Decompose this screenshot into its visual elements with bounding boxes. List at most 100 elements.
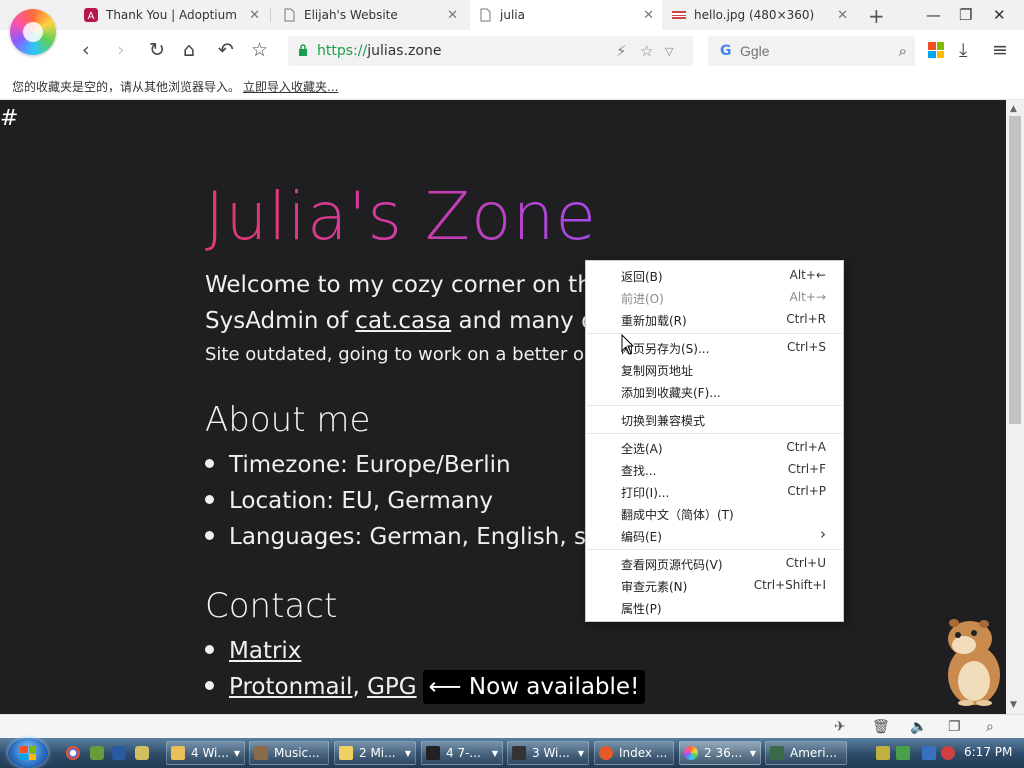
menu-item-shortcut: Alt+→ xyxy=(789,290,826,304)
menu-item-compat-mode[interactable]: 切换到兼容模式 xyxy=(586,408,843,430)
menu-item-copy-url[interactable]: 复制网页地址 xyxy=(586,358,843,380)
chevron-down-icon: ▼ xyxy=(404,748,411,758)
tab-strip: A Thank You | Adoptium ✕ Elijah's Websit… xyxy=(0,0,1024,30)
taskbar-item[interactable]: 2 Mi... ▼ xyxy=(334,741,416,765)
tab-julia[interactable]: julia ✕ xyxy=(470,0,662,30)
browser-logo-icon[interactable] xyxy=(10,9,56,55)
browser-icon xyxy=(599,746,613,760)
chrome-icon[interactable] xyxy=(66,746,80,760)
favorite-star-icon[interactable]: ☆ xyxy=(640,42,653,60)
tray-icon[interactable] xyxy=(876,746,890,760)
menu-item-view-source[interactable]: 查看网页源代码(V) Ctrl+U xyxy=(586,552,843,574)
menu-item-add-favorite[interactable]: 添加到收藏夹(F)... xyxy=(586,380,843,402)
menu-item-encoding[interactable]: 编码(E) › xyxy=(586,524,843,546)
search-input[interactable] xyxy=(740,42,880,60)
restore-button[interactable]: ❐ xyxy=(959,6,972,24)
text: and many o xyxy=(451,308,596,334)
speaker-icon[interactable]: 🔈 xyxy=(910,719,927,735)
menu-item-forward[interactable]: 前进(O) Alt+→ xyxy=(586,286,843,308)
close-window-button[interactable]: ✕ xyxy=(993,6,1006,24)
menu-item-shortcut: Ctrl+S xyxy=(786,340,826,354)
tab-adoptium[interactable]: A Thank You | Adoptium ✕ xyxy=(76,0,268,30)
menu-item-shortcut: Ctrl+U xyxy=(785,556,826,570)
forward-icon[interactable]: › xyxy=(117,40,125,60)
close-icon[interactable]: ✕ xyxy=(249,8,260,23)
context-menu: 返回(B) Alt+← 前进(O) Alt+→ 重新加载(R) Ctrl+R 网页另存… xyxy=(585,260,844,622)
tray-icon[interactable] xyxy=(896,746,910,760)
address-bar[interactable]: https://julias.zone ⚡ ☆ ▽ xyxy=(288,36,693,66)
home-icon[interactable]: ⌂ xyxy=(183,40,195,60)
menu-item-back[interactable]: 返回(B) Alt+← xyxy=(586,264,843,286)
close-icon[interactable]: ✕ xyxy=(447,8,458,23)
taskbar-item[interactable]: Music... xyxy=(249,741,329,765)
download-icon[interactable]: ⤓ xyxy=(959,40,967,60)
menu-item-inspect[interactable]: 审查元素(N) Ctrl+Shift+I xyxy=(586,574,843,596)
search-icon[interactable]: ⌕ xyxy=(899,42,907,60)
reload-icon[interactable]: ↻ xyxy=(149,40,165,60)
close-icon[interactable]: ✕ xyxy=(837,8,848,23)
menu-item-properties[interactable]: 属性(P) xyxy=(586,596,843,618)
tab-title: Thank You | Adoptium xyxy=(106,8,237,22)
taskbar-item[interactable]: Ameri... xyxy=(765,741,847,765)
menu-item-label: 添加到收藏夹(F)... xyxy=(621,386,721,400)
chevron-down-icon[interactable]: ▽ xyxy=(665,45,673,58)
menu-item-label: 前进(O) xyxy=(621,292,664,306)
trash-icon[interactable]: 🗑 xyxy=(872,719,890,735)
computer-icon[interactable] xyxy=(112,746,126,760)
rocket-icon[interactable]: ✈ xyxy=(834,719,846,735)
menu-item-label: 打印(I)... xyxy=(621,486,670,500)
matrix-link[interactable]: Matrix xyxy=(229,638,301,664)
undo-close-tab-icon[interactable]: ↶ xyxy=(218,40,234,60)
scrollbar-thumb[interactable] xyxy=(1009,116,1021,424)
quicklaunch-icon[interactable] xyxy=(90,746,104,760)
volume-muted-icon[interactable] xyxy=(941,746,955,760)
menu-item-find[interactable]: 查找... Ctrl+F xyxy=(586,458,843,480)
back-icon[interactable]: ‹ xyxy=(82,40,90,60)
scroll-down-arrow-icon[interactable]: ▼ xyxy=(1010,700,1017,710)
taskbar-item[interactable]: Index ... xyxy=(594,741,674,765)
tab-elijah[interactable]: Elijah's Website ✕ xyxy=(274,0,466,30)
apps-grid-icon[interactable] xyxy=(928,42,944,58)
tab-hello-jpg[interactable]: hello.jpg (480×360) ✕ xyxy=(664,0,856,30)
page-icon xyxy=(480,8,491,22)
hash-link[interactable]: # xyxy=(0,106,18,131)
list-item: Timezone: Europe/Berlin xyxy=(205,452,511,478)
import-bookmarks-link[interactable]: 立即导入收藏夹... xyxy=(243,78,338,95)
start-button[interactable] xyxy=(8,738,48,768)
chevron-down-icon: ▼ xyxy=(749,748,756,758)
menu-item-translate[interactable]: 翻成中文（简体）(T) xyxy=(586,502,843,524)
tab-title: hello.jpg (480×360) xyxy=(694,8,815,22)
menu-item-label: 审查元素(N) xyxy=(621,580,688,594)
menu-item-print[interactable]: 打印(I)... Ctrl+P xyxy=(586,480,843,502)
network-icon[interactable] xyxy=(922,746,936,760)
search-box[interactable]: G ⌕ xyxy=(708,36,915,66)
bookmark-star-icon[interactable]: ☆ xyxy=(251,40,268,60)
clock[interactable]: 6:17 PM xyxy=(964,745,1012,759)
gpg-link[interactable]: GPG xyxy=(367,674,417,700)
minimize-button[interactable]: — xyxy=(926,6,941,24)
menu-item-reload[interactable]: 重新加载(R) Ctrl+R xyxy=(586,308,843,330)
menu-item-select-all[interactable]: 全选(A) Ctrl+A xyxy=(586,436,843,458)
close-icon[interactable]: ✕ xyxy=(643,8,654,23)
menu-icon[interactable]: ≡ xyxy=(992,40,1008,60)
app-icon xyxy=(770,746,784,760)
quicklaunch-icon[interactable] xyxy=(135,746,149,760)
lightning-icon[interactable]: ⚡ xyxy=(616,42,627,60)
protonmail-link[interactable]: Protonmail xyxy=(229,674,352,700)
zoom-icon[interactable]: ⌕ xyxy=(986,719,994,735)
window-icon[interactable]: ❐ xyxy=(948,719,961,735)
taskbar-item[interactable]: 3 Wi... ▼ xyxy=(507,741,589,765)
windows-logo-icon xyxy=(20,746,36,760)
scroll-up-arrow-icon[interactable]: ▲ xyxy=(1010,104,1017,114)
hamster-mascot-icon[interactable] xyxy=(940,615,1006,707)
taskbar-item[interactable]: 2 36... ▼ xyxy=(679,741,761,765)
taskbar-item[interactable]: 4 7-... ▼ xyxy=(421,741,503,765)
outdated-notice: Site outdated, going to work on a better… xyxy=(205,344,585,365)
cat-casa-link[interactable]: cat.casa xyxy=(355,308,451,334)
new-tab-button[interactable]: + xyxy=(868,4,885,28)
url-text[interactable]: https://julias.zone xyxy=(317,43,441,59)
web-page: # Julia's Zone Welcome to my cozy corner… xyxy=(0,100,1006,714)
taskbar-item[interactable]: 4 Wi... ▼ xyxy=(166,741,245,765)
terminal-icon xyxy=(512,746,526,760)
menu-item-label: 属性(P) xyxy=(621,602,662,616)
